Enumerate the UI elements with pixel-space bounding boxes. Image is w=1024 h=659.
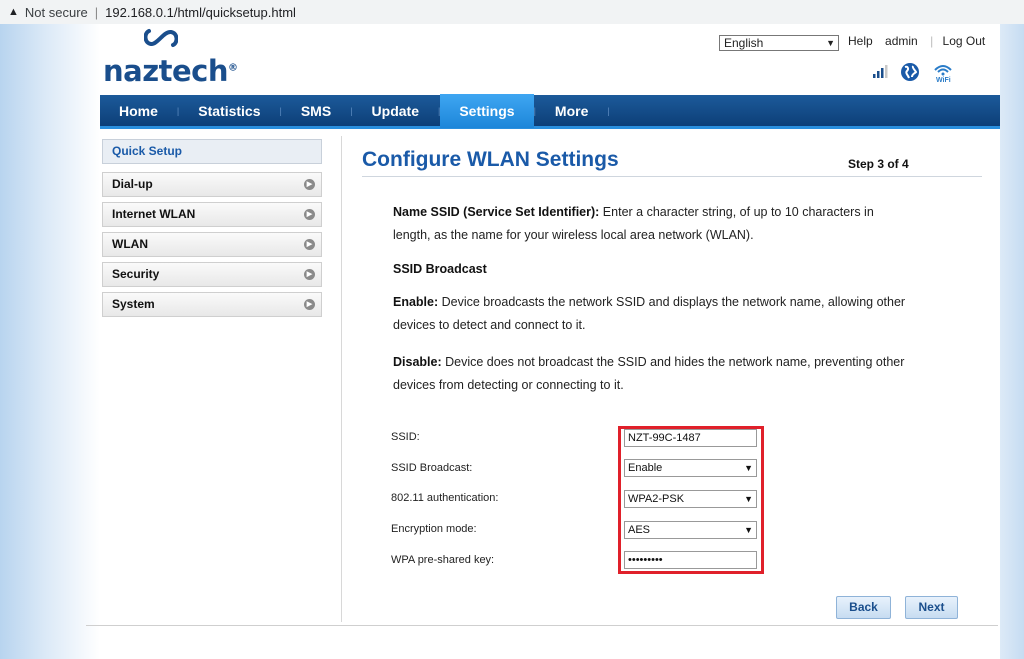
brand-registered-mark: ® [227, 62, 238, 74]
wifi-icon: WiFi [934, 65, 952, 83]
globe-icon [901, 63, 919, 81]
auth-label: 802.11 authentication: [391, 492, 499, 504]
back-button[interactable]: Back [836, 596, 891, 619]
psk-input[interactable]: ••••••••• [624, 551, 757, 569]
signal-icon [873, 65, 888, 78]
language-value: English [724, 36, 764, 50]
sidebar-item-label: Security [112, 267, 160, 281]
sidebar-item-label: Internet WLAN [112, 207, 196, 221]
disable-description: Disable: Device does not broadcast the S… [393, 351, 973, 397]
psk-value: ••••••••• [628, 554, 663, 566]
chevron-down-icon: ▼ [744, 463, 753, 473]
page-background-left [0, 24, 100, 659]
help-link[interactable]: Help [848, 34, 873, 48]
sidebar: Dial-up ▶ Internet WLAN ▶ WLAN ▶ Security ▶ … [102, 172, 322, 322]
sidebar-item-quick-setup[interactable]: Quick Setup [102, 139, 322, 164]
nav-statistics[interactable]: Statistics [179, 94, 279, 128]
encryption-value: AES [628, 524, 651, 536]
sidebar-item-label: Dial-up [112, 177, 153, 191]
nav-more[interactable]: More [536, 94, 607, 128]
svg-text:WiFi: WiFi [936, 77, 951, 83]
ssid-broadcast-value: Enable [628, 462, 663, 474]
nav-settings[interactable]: Settings [440, 93, 534, 128]
chevron-down-icon: ▼ [826, 38, 835, 48]
auth-select[interactable]: WPA2-PSK ▼ [624, 490, 757, 508]
brand-name: naztech [103, 54, 228, 88]
main-nav: Home | Statistics | SMS | Update | Setti… [100, 93, 1000, 129]
nav-sms[interactable]: SMS [282, 94, 350, 128]
address-bar[interactable]: ▲ Not secure | 192.168.0.1/html/quickset… [0, 0, 1024, 24]
disable-text-2: devices from detecting or connecting to … [393, 378, 624, 392]
disable-text: Device does not broadcast the SSID and h… [441, 355, 905, 369]
ssid-label: SSID: [391, 431, 420, 443]
ssid-value: NZT-99C-1487 [628, 432, 701, 444]
sidebar-item-label: WLAN [112, 237, 148, 251]
status-icons: WiFi [872, 61, 954, 83]
ssid-broadcast-select[interactable]: Enable ▼ [624, 459, 757, 477]
chevron-right-icon: ▶ [304, 269, 315, 280]
sidebar-item-security[interactable]: Security ▶ [102, 262, 322, 287]
page-title: Configure WLAN Settings [362, 148, 619, 171]
ssid-description: Name SSID (Service Set Identifier): Ente… [393, 201, 973, 247]
user-label: admin [885, 34, 918, 48]
brand-logo: naztech® [103, 54, 238, 88]
warning-icon: ▲ [8, 6, 19, 18]
ssid-broadcast-label: SSID Broadcast: [391, 462, 473, 474]
address-separator: | [94, 4, 99, 20]
sidebar-item-wlan[interactable]: WLAN ▶ [102, 232, 322, 257]
step-indicator: Step 3 of 4 [848, 157, 909, 171]
enable-description: Enable: Device broadcasts the network SS… [393, 291, 973, 337]
broadcast-heading-text: SSID Broadcast [393, 262, 487, 276]
sidebar-item-label: System [112, 297, 155, 311]
nav-divider: | [607, 105, 610, 116]
content-divider [341, 136, 342, 622]
top-links: Help admin | Log Out [848, 34, 994, 48]
logo-icon [144, 29, 178, 47]
encryption-select[interactable]: AES ▼ [624, 521, 757, 539]
ssid-desc-text: Enter a character string, of up to 10 ch… [599, 205, 874, 219]
nav-home[interactable]: Home [100, 94, 177, 128]
disable-term: Disable: [393, 355, 442, 369]
nav-update[interactable]: Update [353, 94, 438, 128]
chevron-right-icon: ▶ [304, 209, 315, 220]
ssid-input[interactable]: NZT-99C-1487 [624, 429, 757, 447]
chevron-down-icon: ▼ [744, 494, 753, 504]
url-text[interactable]: 192.168.0.1/html/quicksetup.html [105, 5, 296, 20]
chevron-right-icon: ▶ [304, 299, 315, 310]
broadcast-heading: SSID Broadcast [393, 258, 973, 281]
chevron-right-icon: ▶ [304, 239, 315, 250]
psk-label: WPA pre-shared key: [391, 554, 495, 566]
next-button[interactable]: Next [905, 596, 958, 619]
security-label[interactable]: Not secure [25, 5, 88, 20]
encryption-label: Encryption mode: [391, 523, 477, 535]
chevron-right-icon: ▶ [304, 179, 315, 190]
sidebar-item-system[interactable]: System ▶ [102, 292, 322, 317]
auth-value: WPA2-PSK [628, 493, 685, 505]
logout-link[interactable]: Log Out [943, 34, 986, 48]
sidebar-item-dial-up[interactable]: Dial-up ▶ [102, 172, 322, 197]
router-page: naztech® English ▼ Help admin | Log Out … [86, 24, 1000, 659]
footer-divider [86, 625, 998, 626]
title-divider [362, 176, 982, 177]
link-separator: | [930, 34, 934, 48]
ssid-desc-text-2: length, as the name for your wireless lo… [393, 228, 754, 242]
sidebar-item-internet-wlan[interactable]: Internet WLAN ▶ [102, 202, 322, 227]
enable-text: Device broadcasts the network SSID and d… [438, 295, 906, 309]
enable-term: Enable: [393, 295, 439, 309]
chevron-down-icon: ▼ [744, 525, 753, 535]
ssid-desc-term: Name SSID (Service Set Identifier): [393, 205, 600, 219]
language-select[interactable]: English ▼ [719, 35, 839, 51]
enable-text-2: devices to detect and connect to it. [393, 318, 586, 332]
